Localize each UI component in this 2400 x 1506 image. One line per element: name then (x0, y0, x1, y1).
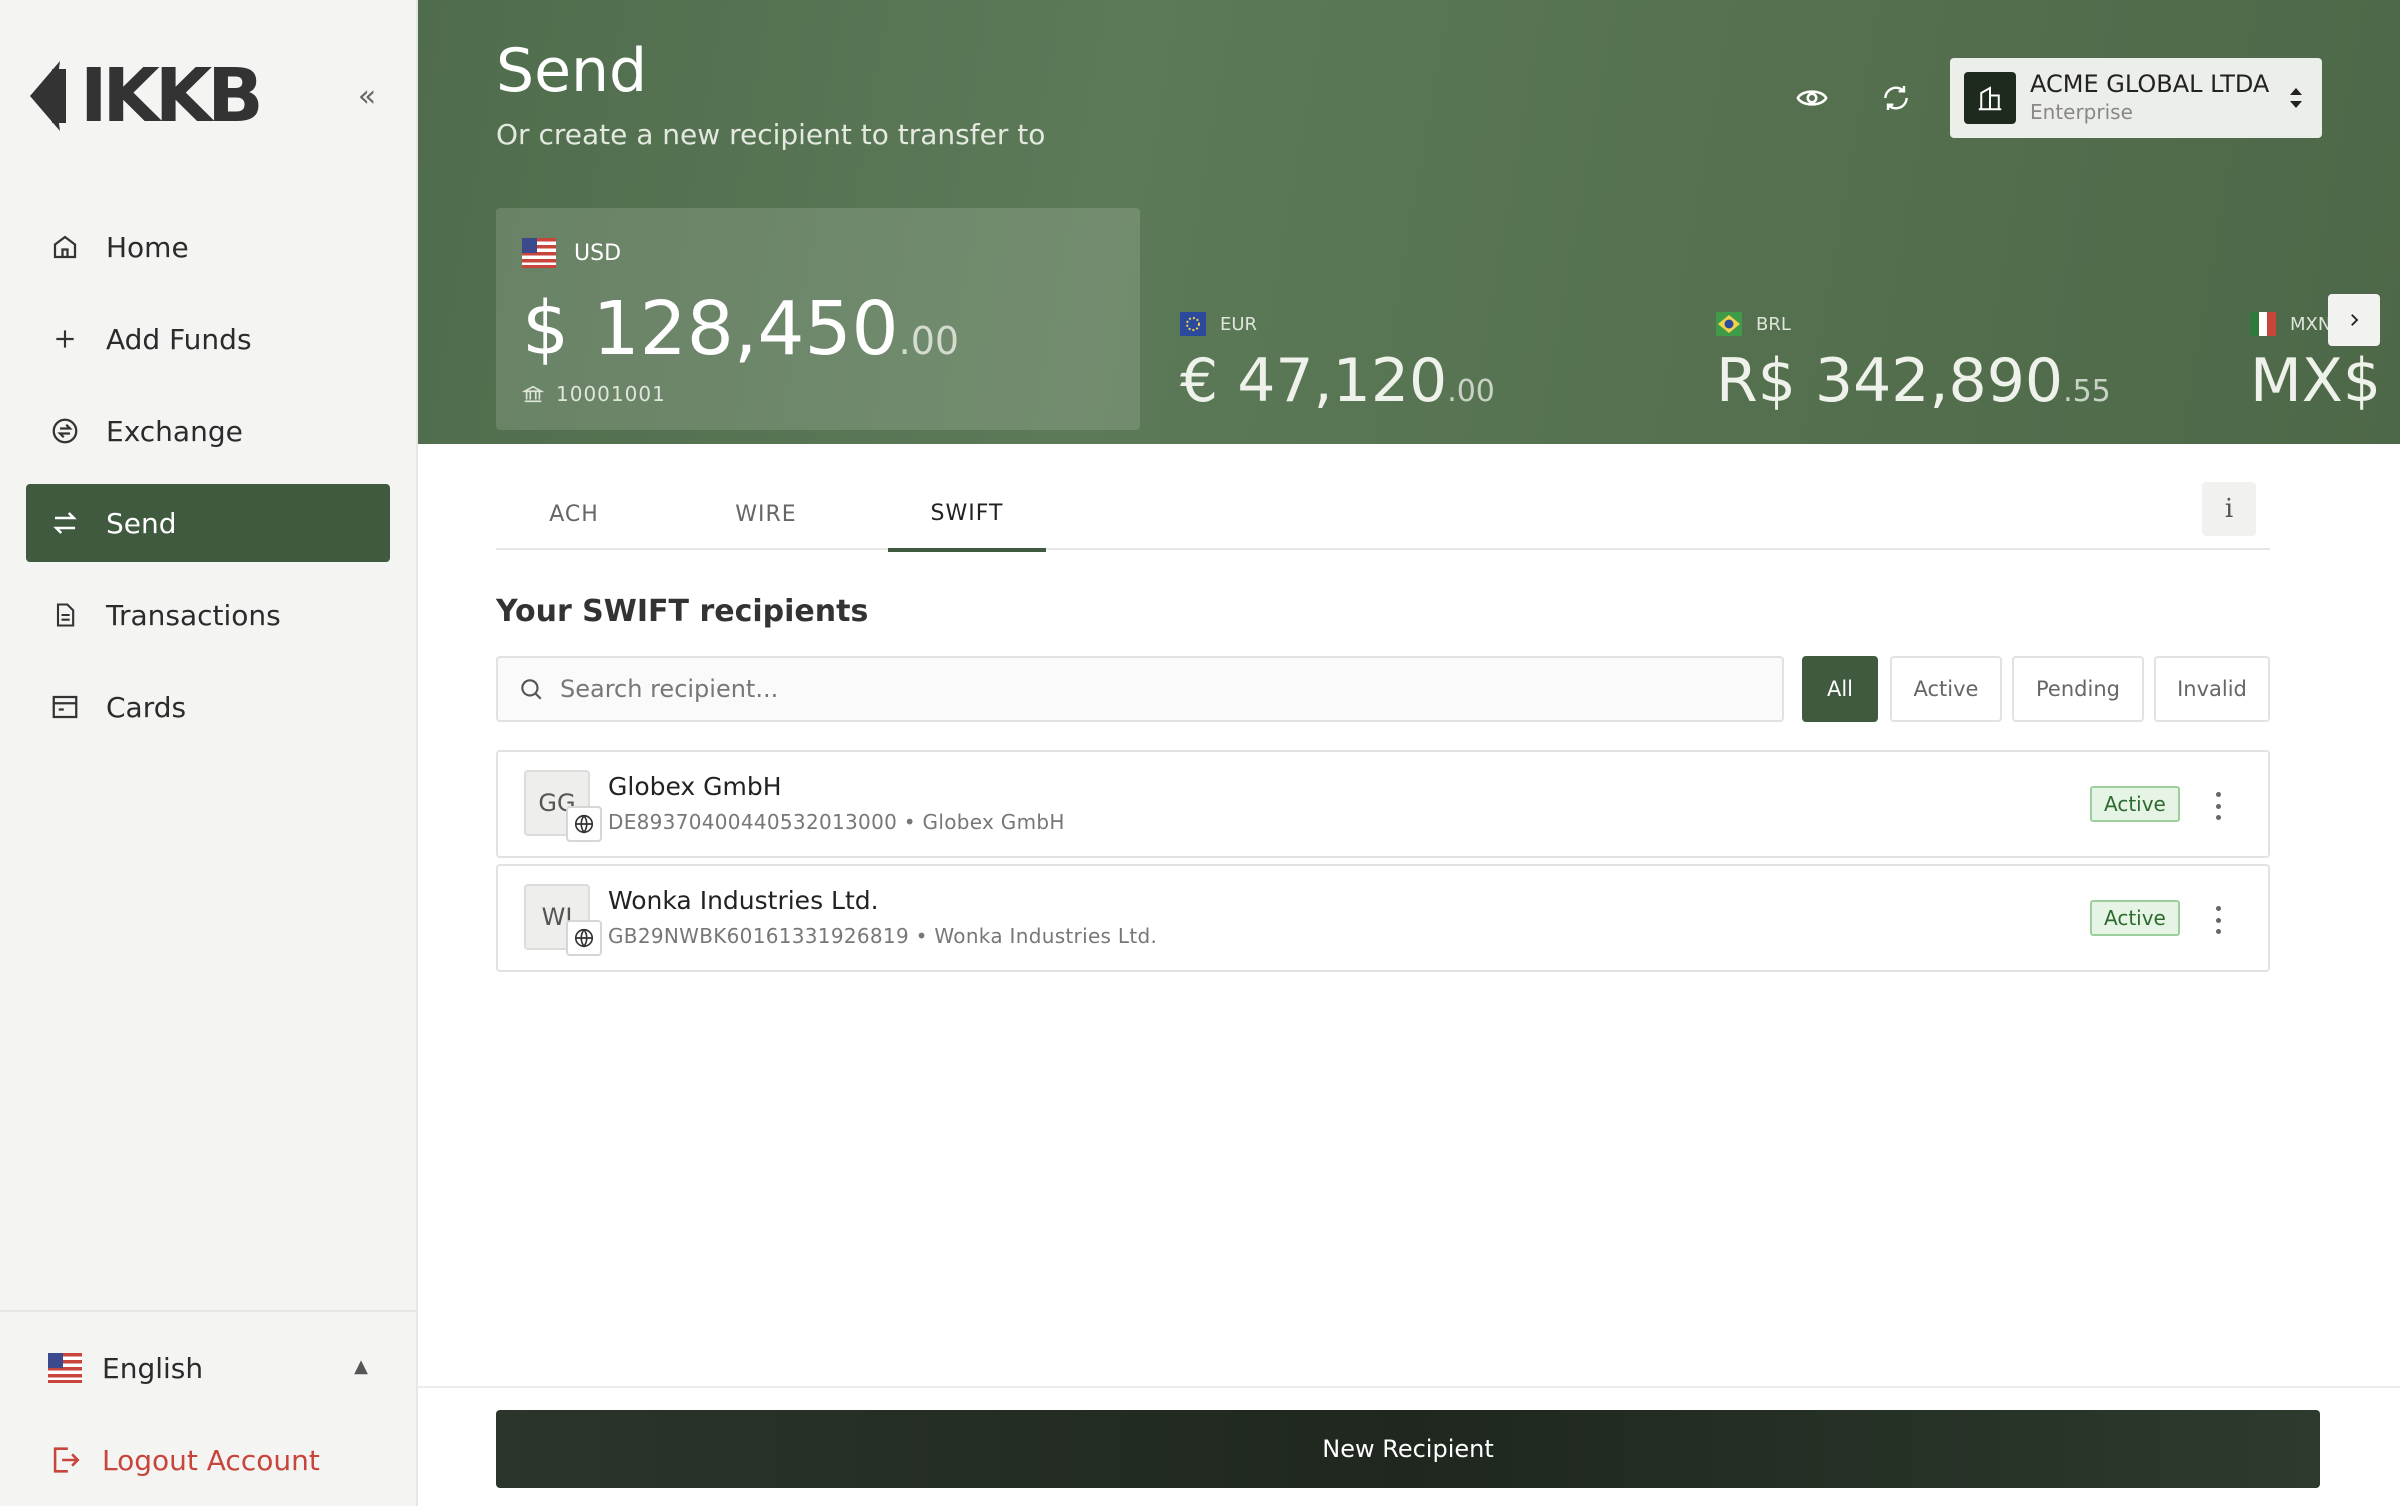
send-icon (48, 506, 82, 540)
balance-decimals: .00 (898, 319, 960, 363)
caret-up-icon: ▲ (354, 1356, 368, 1377)
tab-wire[interactable]: WIRE (688, 478, 844, 550)
logout-button[interactable]: Logout Account (48, 1434, 320, 1486)
filter-active[interactable]: Active (1890, 656, 2002, 722)
currency-code: USD (574, 240, 622, 266)
brand-logo[interactable]: IKKB (30, 53, 264, 139)
balance-integer: $ 128,450 (522, 286, 899, 372)
br-flag-icon (1716, 312, 1742, 336)
sidebar: IKKB « Home Add Funds Exchange Send Tran… (0, 0, 418, 1506)
sidebar-item-home[interactable]: Home (26, 208, 390, 286)
balance-integer: R$ 342,890 (1716, 346, 2064, 416)
recipient-name: Wonka Industries Ltd. (608, 886, 879, 915)
balance-card-eur[interactable]: EUR € 47,120.00 (1180, 312, 1495, 416)
recipients-title: Your SWIFT recipients (496, 594, 869, 629)
language-selector[interactable]: English ▲ (48, 1342, 368, 1394)
page-subtitle: Or create a new recipient to transfer to (496, 118, 1046, 151)
currency-code: EUR (1220, 313, 1258, 335)
balance-card-brl[interactable]: BRL R$ 342,890.55 (1716, 312, 2111, 416)
currency-code: BRL (1756, 313, 1791, 335)
sidebar-item-send[interactable]: Send (26, 484, 390, 562)
globe-icon (566, 806, 602, 842)
transfer-tabs: ACH WIRE SWIFT i (496, 478, 2270, 552)
account-number-value: 10001001 (556, 382, 666, 406)
sidebar-item-label: Transactions (106, 598, 281, 632)
sort-updown-icon (2290, 88, 2302, 108)
account-type: Enterprise (2030, 100, 2133, 124)
building-icon (1964, 72, 2016, 124)
status-badge: Active (2090, 786, 2180, 822)
page-title: Send (496, 36, 648, 106)
balance-amount: MX$ 1 (2250, 346, 2400, 416)
next-balances-button[interactable] (2328, 294, 2380, 346)
globe-icon (566, 920, 602, 956)
logout-label: Logout Account (102, 1443, 320, 1477)
document-icon (48, 598, 82, 632)
page-footer: New Recipient (418, 1386, 2400, 1506)
sidebar-item-label: Cards (106, 690, 187, 724)
language-label: English (102, 1351, 204, 1385)
recipient-detail: DE89370400440532013000 • Globex GmbH (608, 810, 1065, 834)
logout-icon (53, 1447, 80, 1473)
mx-flag-icon (2250, 312, 2276, 336)
sidebar-footer: English ▲ Logout Account (0, 1310, 416, 1477)
search-field (496, 656, 1784, 722)
balance-card-usd[interactable]: USD $ 128,450.00 10001001 (496, 208, 1140, 430)
page-header: Send Or create a new recipient to transf… (418, 0, 2400, 444)
sidebar-item-label: Home (106, 230, 189, 264)
plus-icon (48, 322, 82, 356)
home-icon (48, 230, 82, 264)
account-number: 10001001 (522, 382, 666, 406)
chevron-right-icon (2351, 314, 2359, 326)
sidebar-item-add-funds[interactable]: Add Funds (26, 300, 390, 378)
sidebar-item-label: Exchange (106, 414, 243, 448)
balance-amount: € 47,120.00 (1180, 346, 1495, 416)
filter-invalid[interactable]: Invalid (2154, 656, 2270, 722)
balance-integer: MX$ 1 (2250, 346, 2400, 416)
more-options-icon[interactable] (2208, 786, 2228, 826)
new-recipient-button[interactable]: New Recipient (496, 1410, 2320, 1488)
recipient-detail: GB29NWBK60161331926819 • Wonka Industrie… (608, 924, 1158, 948)
collapse-sidebar-icon[interactable]: « (352, 80, 382, 114)
filter-pending[interactable]: Pending (2012, 656, 2144, 722)
exchange-icon (48, 414, 82, 448)
info-icon[interactable]: i (2202, 482, 2256, 536)
sidebar-item-exchange[interactable]: Exchange (26, 392, 390, 470)
filter-all[interactable]: All (1802, 656, 1878, 722)
us-flag-icon (48, 1353, 82, 1383)
account-name: ACME GLOBAL LTDA (2030, 70, 2270, 98)
balance-amount: $ 128,450.00 (522, 286, 959, 372)
recipient-row[interactable]: WI Wonka Industries Ltd. GB29NWBK6016133… (496, 864, 2270, 972)
status-badge: Active (2090, 900, 2180, 936)
sidebar-item-cards[interactable]: Cards (26, 668, 390, 746)
balance-decimals: .00 (1447, 374, 1495, 409)
balance-integer: € 47,120 (1180, 346, 1448, 416)
eye-icon[interactable] (1792, 78, 1832, 118)
account-selector[interactable]: ACME GLOBAL LTDA Enterprise (1950, 58, 2322, 138)
logo-arrow-icon (30, 61, 66, 131)
tab-swift[interactable]: SWIFT (888, 478, 1046, 552)
search-input[interactable] (560, 675, 1740, 703)
sidebar-item-transactions[interactable]: Transactions (26, 576, 390, 654)
currency-code: MXN (2290, 313, 2332, 335)
eu-flag-icon (1180, 312, 1206, 336)
refresh-icon[interactable] (1876, 78, 1916, 118)
balance-amount: R$ 342,890.55 (1716, 346, 2111, 416)
more-options-icon[interactable] (2208, 900, 2228, 940)
card-icon (48, 690, 82, 724)
sidebar-item-label: Add Funds (106, 322, 252, 356)
sidebar-nav: Home Add Funds Exchange Send Transaction… (26, 208, 390, 760)
us-flag-icon (522, 238, 556, 268)
recipient-row[interactable]: GG Globex GmbH DE89370400440532013000 • … (496, 750, 2270, 858)
sidebar-item-label: Send (106, 506, 177, 540)
recipient-name: Globex GmbH (608, 772, 782, 801)
brand-name: IKKB (80, 53, 264, 139)
search-icon (521, 679, 542, 700)
bank-icon (522, 385, 544, 403)
tab-ach[interactable]: ACH (496, 478, 652, 550)
balance-decimals: .55 (2063, 374, 2111, 409)
